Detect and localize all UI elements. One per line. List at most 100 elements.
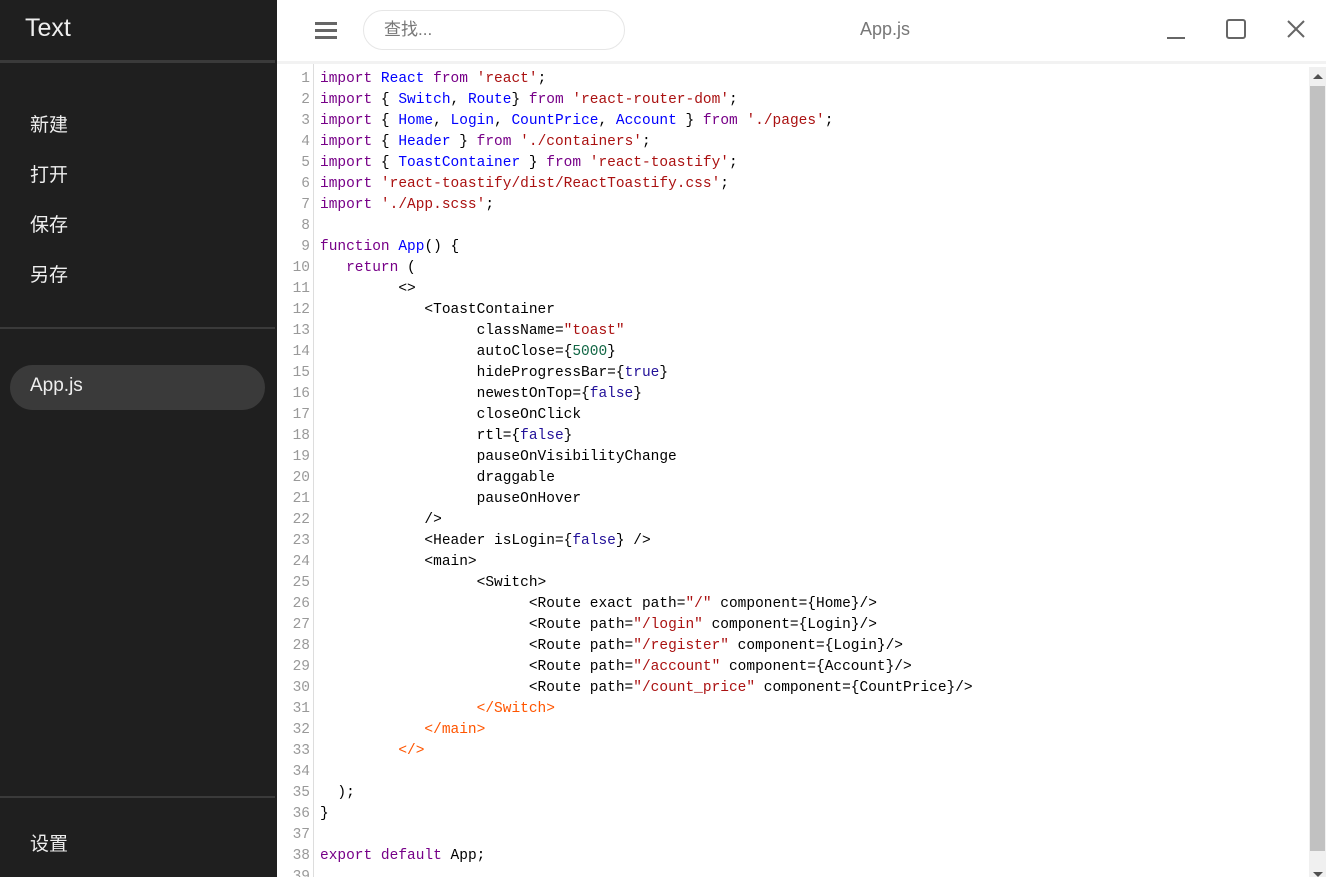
line-number: 21 bbox=[292, 491, 310, 507]
code-token: } bbox=[659, 365, 669, 381]
code-line[interactable]: 22 /> bbox=[277, 510, 973, 531]
code-line[interactable]: 36} bbox=[277, 804, 973, 825]
code-token: 'react-toastify' bbox=[589, 155, 730, 171]
code-line[interactable]: 18 rtl={false} bbox=[277, 426, 973, 447]
code-line[interactable]: 34 bbox=[277, 762, 973, 783]
code-line[interactable]: 3 import { Home, Login, CountPrice, Accou… bbox=[277, 111, 973, 132]
code-line[interactable]: 6 import 'react-toastify/dist/ReactToasti… bbox=[277, 174, 973, 195]
line-number: 28 bbox=[292, 638, 310, 654]
code-token: , bbox=[598, 113, 616, 129]
code-line[interactable]: 20 draggable bbox=[277, 468, 973, 489]
code-token: component={Home}/> bbox=[711, 596, 877, 612]
line-number: 25 bbox=[292, 575, 310, 591]
minimize-icon[interactable] bbox=[1165, 18, 1189, 42]
code-token: } bbox=[563, 428, 573, 444]
code-line[interactable]: 37 bbox=[277, 825, 973, 846]
code-line[interactable]: 26 <Route exact path="/" component={Home… bbox=[277, 594, 973, 615]
menu-open[interactable]: 打开 bbox=[30, 160, 68, 187]
line-number: 23 bbox=[292, 533, 310, 549]
code-line[interactable]: 25 <Switch> bbox=[277, 573, 973, 594]
code-line[interactable]: 10 return ( bbox=[277, 258, 973, 279]
scroll-down-icon[interactable] bbox=[1313, 872, 1323, 877]
code-line[interactable]: 13 className="toast" bbox=[277, 321, 973, 342]
code-line[interactable]: 11 <> bbox=[277, 279, 973, 300]
line-number: 22 bbox=[292, 512, 310, 528]
code-line[interactable]: 5 import { ToastContainer } from 'react-t… bbox=[277, 153, 973, 174]
code-token: import bbox=[320, 113, 373, 129]
menu-settings[interactable]: 设置 bbox=[30, 829, 68, 856]
menu-new[interactable]: 新建 bbox=[30, 110, 68, 137]
code-line[interactable]: 17 closeOnClick bbox=[277, 405, 973, 426]
code-token: import bbox=[320, 92, 373, 108]
line-number: 4 bbox=[301, 134, 310, 150]
code-token: className= bbox=[320, 323, 564, 339]
file-item-app-js[interactable]: App.js bbox=[10, 365, 265, 410]
code-token: from bbox=[528, 92, 564, 108]
code-token: ; bbox=[824, 113, 834, 129]
menu-save-as[interactable]: 另存 bbox=[30, 260, 68, 287]
code-line[interactable]: 28 <Route path="/register" component={Lo… bbox=[277, 636, 973, 657]
code-token: false bbox=[572, 533, 616, 549]
line-number: 35 bbox=[292, 785, 310, 801]
code-line[interactable]: 2 import { Switch, Route} from 'react-rou… bbox=[277, 90, 973, 111]
maximize-icon[interactable] bbox=[1225, 18, 1249, 42]
code-line[interactable]: 32 </main> bbox=[277, 720, 973, 741]
code-line[interactable]: 21 pauseOnHover bbox=[277, 489, 973, 510]
code-line[interactable]: 7 import './App.scss'; bbox=[277, 195, 973, 216]
code-line[interactable]: 16 newestOnTop={false} bbox=[277, 384, 973, 405]
code-editor[interactable]: 1 import React from 'react'; 2 import { Swi… bbox=[277, 61, 1326, 877]
code-token: , bbox=[494, 113, 512, 129]
vertical-scrollbar[interactable] bbox=[1309, 67, 1326, 877]
code-line[interactable]: 19 pauseOnVisibilityChange bbox=[277, 447, 973, 468]
code-line[interactable]: 35 ); bbox=[277, 783, 973, 804]
code-token: import bbox=[320, 155, 373, 171]
line-number: 2 bbox=[301, 92, 310, 108]
code-token: <main> bbox=[320, 554, 477, 570]
code-token: pauseOnHover bbox=[320, 491, 582, 507]
code-token: ; bbox=[729, 155, 738, 171]
menu-save[interactable]: 保存 bbox=[30, 210, 68, 237]
code-line[interactable]: 1 import React from 'react'; bbox=[277, 69, 973, 90]
line-number: 15 bbox=[292, 365, 310, 381]
code-token: "toast" bbox=[563, 323, 625, 339]
code-token: component={Login}/> bbox=[702, 617, 877, 633]
code-token: export bbox=[320, 848, 373, 864]
code-line[interactable]: 33 </> bbox=[277, 741, 973, 762]
search-input[interactable] bbox=[363, 10, 625, 50]
code-line[interactable]: 30 <Route path="/count_price" component=… bbox=[277, 678, 973, 699]
code-line[interactable]: 9 function App() { bbox=[277, 237, 973, 258]
code-content[interactable]: 1 import React from 'react'; 2 import { Swi… bbox=[277, 69, 973, 877]
code-line[interactable]: 12 <ToastContainer bbox=[277, 300, 973, 321]
code-token: <Route path= bbox=[320, 680, 634, 696]
code-line[interactable]: 14 autoClose={5000} bbox=[277, 342, 973, 363]
line-number: 20 bbox=[292, 470, 310, 486]
code-line[interactable]: 39 bbox=[277, 867, 973, 877]
line-number: 18 bbox=[292, 428, 310, 444]
code-token: Route bbox=[467, 92, 512, 108]
code-line[interactable]: 8 bbox=[277, 216, 973, 237]
code-line[interactable]: 23 <Header isLogin={false} /> bbox=[277, 531, 973, 552]
code-line[interactable]: 4 import { Header } from './containers'; bbox=[277, 132, 973, 153]
line-number: 34 bbox=[292, 764, 310, 780]
code-line[interactable]: 29 <Route path="/account" component={Acc… bbox=[277, 657, 973, 678]
code-token: ; bbox=[485, 197, 495, 213]
close-icon[interactable] bbox=[1285, 18, 1309, 42]
code-token: import bbox=[320, 176, 373, 192]
menu-icon[interactable] bbox=[315, 22, 337, 39]
code-token: CountPrice bbox=[511, 113, 599, 129]
scrollbar-thumb[interactable] bbox=[1310, 86, 1325, 851]
code-line[interactable]: 24 <main> bbox=[277, 552, 973, 573]
code-line[interactable]: 15 hideProgressBar={true} bbox=[277, 363, 973, 384]
line-number: 24 bbox=[292, 554, 310, 570]
code-token: "/" bbox=[685, 596, 712, 612]
scroll-up-icon[interactable] bbox=[1313, 74, 1323, 79]
line-number: 30 bbox=[292, 680, 310, 696]
divider bbox=[0, 796, 275, 798]
code-token: from bbox=[702, 113, 738, 129]
code-token: () { bbox=[424, 239, 460, 255]
code-line[interactable]: 27 <Route path="/login" component={Login… bbox=[277, 615, 973, 636]
code-line[interactable]: 31 </Switch> bbox=[277, 699, 973, 720]
code-line[interactable]: 38 export default App; bbox=[277, 846, 973, 867]
